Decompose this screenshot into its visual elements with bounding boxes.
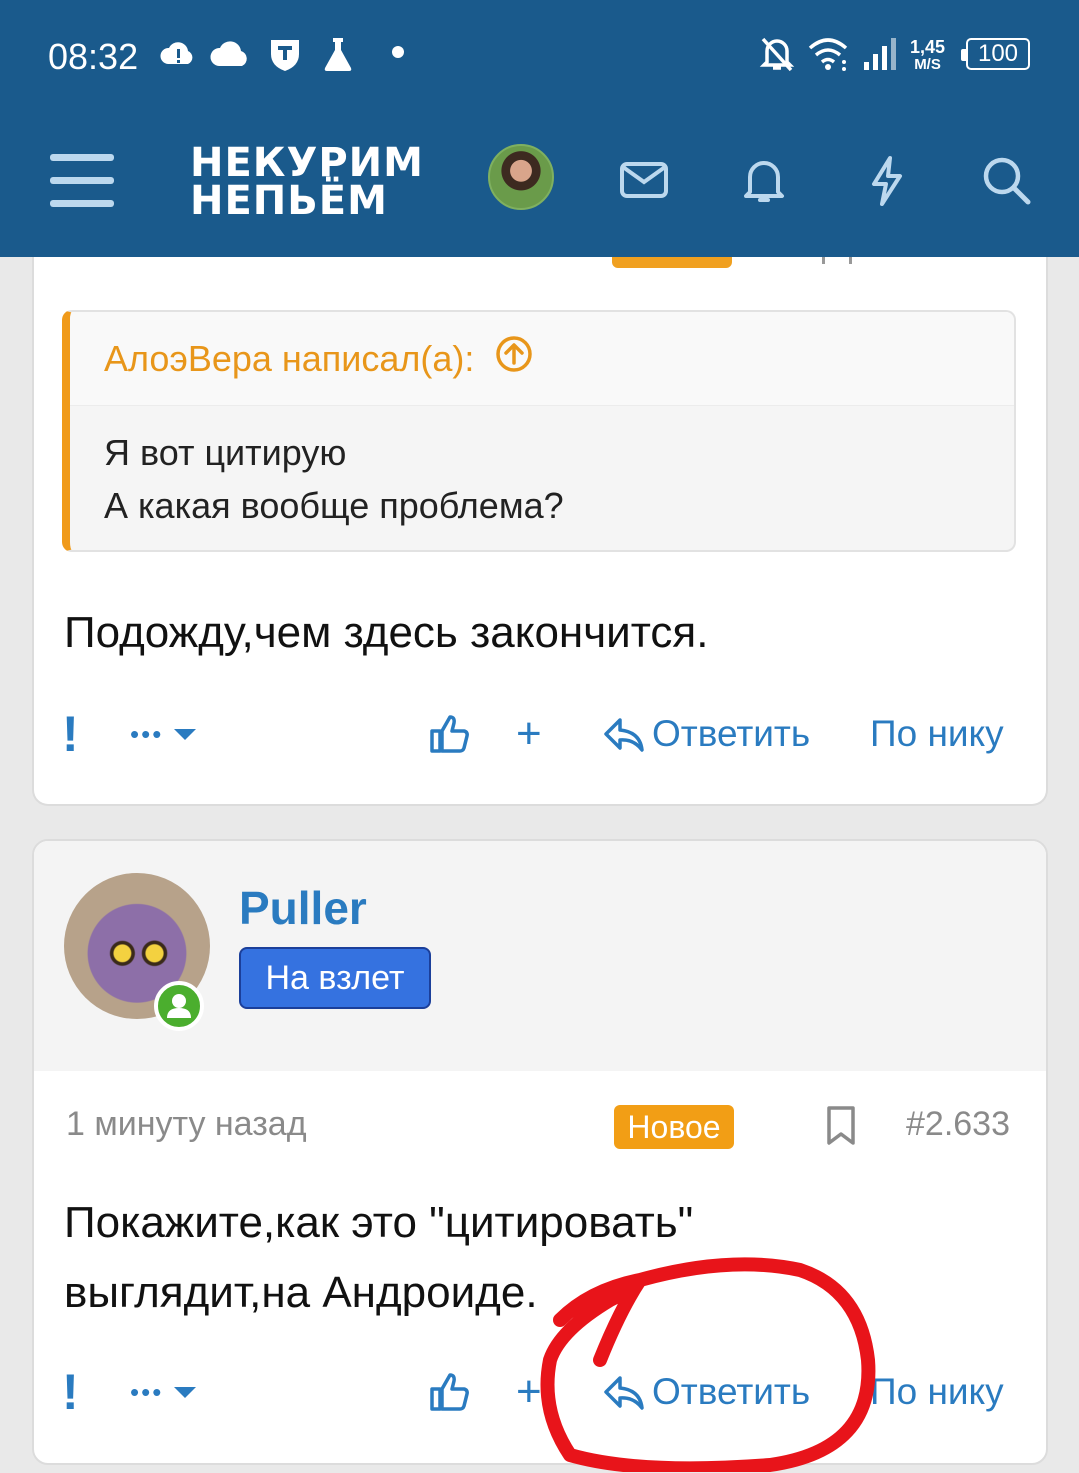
thumbs-up-icon	[430, 715, 469, 753]
post-message: Покажите,как это "цитировать" выглядит,н…	[64, 1188, 693, 1328]
post-time[interactable]: 1 минуту назад	[66, 1105, 307, 1144]
reply-icon	[604, 1376, 644, 1410]
nav-bar: НЕКУРИМ НЕПЬЁМ	[0, 110, 1079, 257]
cloud-icon	[210, 34, 252, 79]
app-header: 08:32 1,45 M/S 100 НЕКУРИМ НЕПЬЁМ	[0, 0, 1079, 257]
new-badge: Новое	[614, 1105, 734, 1149]
net-speed: 1,45 M/S	[910, 38, 945, 74]
online-status-icon	[154, 981, 204, 1031]
mail-icon[interactable]	[616, 152, 672, 208]
more-dots: •••	[130, 1376, 164, 1407]
battery-indicator: 100	[961, 38, 1030, 70]
like-button[interactable]	[428, 1362, 472, 1422]
arrow-up-circle-icon[interactable]	[494, 334, 534, 383]
report-button[interactable]: !	[62, 1362, 79, 1422]
user-avatar[interactable]	[488, 144, 554, 210]
logo-line-2: НЕПЬЁМ	[190, 178, 388, 224]
reply-icon	[604, 718, 644, 752]
quote-line: Я вот цитирую	[104, 432, 347, 473]
search-icon[interactable]	[978, 152, 1034, 208]
post-message-line: выглядит,на Андроиде.	[64, 1268, 538, 1317]
shield-t-icon	[268, 34, 302, 79]
quote-content: Я вот цитирую А какая вообще проблема?	[70, 406, 1014, 532]
net-speed-unit: M/S	[914, 56, 941, 73]
net-speed-value: 1,45	[910, 37, 946, 57]
menu-icon[interactable]	[50, 154, 114, 208]
cloud-alert-icon	[158, 34, 198, 79]
signal-icon	[860, 34, 900, 79]
more-options-button[interactable]: •••	[130, 1362, 199, 1422]
logo-line-1: НЕКУРИМ	[190, 140, 424, 186]
add-button[interactable]: +	[516, 704, 542, 764]
reply-label: Ответить	[652, 1371, 811, 1412]
add-button[interactable]: +	[516, 1362, 542, 1422]
thumbs-up-icon	[430, 1373, 469, 1411]
reply-button[interactable]: Ответить	[602, 1362, 810, 1422]
author-username[interactable]: Puller	[239, 881, 367, 935]
reply-by-nick-button[interactable]: По нику	[870, 704, 1004, 764]
report-button[interactable]: !	[62, 704, 79, 764]
more-options-button[interactable]: •••	[130, 704, 199, 764]
post-actions: ! ••• + Ответить По нику	[32, 704, 1048, 764]
status-time: 08:32	[48, 36, 139, 77]
reply-by-nick-button[interactable]: По нику	[870, 1362, 1004, 1422]
reply-button[interactable]: Ответить	[602, 704, 810, 764]
dot-icon	[390, 44, 406, 65]
post-message: Подожду,чем здесь закончится.	[64, 608, 709, 657]
quote-block: АлоэВера написал(а): Я вот цитирую А как…	[62, 310, 1016, 552]
wifi-icon	[806, 34, 850, 79]
lightning-icon[interactable]	[858, 152, 914, 208]
user-rank-badge: На взлет	[239, 947, 431, 1009]
bell-off-icon	[758, 34, 796, 79]
bell-icon[interactable]	[736, 152, 792, 208]
like-button[interactable]	[428, 704, 472, 764]
post-actions: ! ••• + Ответить По нику	[32, 1362, 1048, 1422]
post-message-line: Покажите,как это "цитировать"	[64, 1198, 694, 1247]
quote-line: А какая вообще проблема?	[104, 485, 564, 526]
post-user-info: Puller На взлет	[34, 841, 1046, 1071]
status-bar: 08:32 1,45 M/S 100	[0, 0, 1079, 110]
site-logo[interactable]: НЕКУРИМ НЕПЬЁМ	[190, 140, 424, 224]
more-dots: •••	[130, 718, 164, 749]
flask-icon	[320, 34, 356, 79]
reply-label: Ответить	[652, 713, 811, 754]
bookmark-icon[interactable]	[824, 1105, 858, 1152]
post-number[interactable]: #2.633	[906, 1105, 1010, 1144]
battery-level: 100	[977, 40, 1019, 67]
quote-author[interactable]: АлоэВера написал(а):	[104, 338, 474, 380]
